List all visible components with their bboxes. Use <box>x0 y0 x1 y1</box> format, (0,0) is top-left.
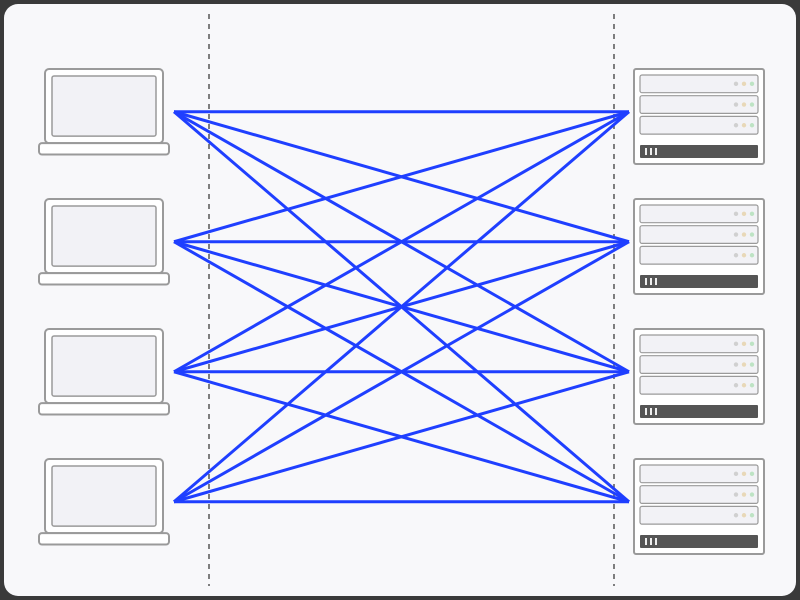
server-led <box>734 492 738 496</box>
server-led <box>742 102 746 106</box>
server-vent <box>645 538 647 545</box>
server-led <box>734 342 738 346</box>
server-vent <box>645 408 647 415</box>
server-led <box>750 82 754 86</box>
server-bay <box>640 486 758 504</box>
server-base <box>640 535 758 548</box>
server-led <box>742 513 746 517</box>
server-led <box>750 513 754 517</box>
laptop-screen <box>52 336 156 396</box>
laptop-base <box>39 143 169 154</box>
server-led <box>734 232 738 236</box>
server-vent <box>650 538 652 545</box>
server-node-2 <box>634 199 764 294</box>
server-led <box>742 492 746 496</box>
diagram-canvas <box>4 4 796 596</box>
network-diagram <box>4 4 796 596</box>
laptop-screen <box>52 76 156 136</box>
server-led <box>734 383 738 387</box>
laptop-base <box>39 403 169 414</box>
server-base <box>640 275 758 288</box>
server-led <box>742 212 746 216</box>
server-led <box>750 102 754 106</box>
server-node-4 <box>634 459 764 554</box>
server-bay <box>640 376 758 394</box>
client-laptop-4 <box>39 459 169 545</box>
server-bay <box>640 226 758 244</box>
server-led <box>750 123 754 127</box>
connection-lines <box>174 112 629 502</box>
server-bay <box>640 116 758 134</box>
server-vent <box>655 538 657 545</box>
server-bay <box>640 205 758 223</box>
server-vent <box>650 408 652 415</box>
laptop-base <box>39 533 169 544</box>
client-laptop-2 <box>39 199 169 285</box>
client-laptop-3 <box>39 329 169 415</box>
server-led <box>750 492 754 496</box>
server-led <box>734 253 738 257</box>
server-bay <box>640 75 758 93</box>
server-led <box>750 472 754 476</box>
server-led <box>750 212 754 216</box>
client-laptop-1 <box>39 69 169 155</box>
server-node-1 <box>634 69 764 164</box>
server-led <box>742 342 746 346</box>
server-base <box>640 145 758 158</box>
server-vent <box>645 148 647 155</box>
server-led <box>742 253 746 257</box>
server-led <box>750 362 754 366</box>
server-bay <box>640 356 758 374</box>
server-vent <box>650 148 652 155</box>
server-bay <box>640 506 758 524</box>
server-bay <box>640 96 758 114</box>
server-vent <box>655 148 657 155</box>
server-led <box>750 232 754 236</box>
server-led <box>734 212 738 216</box>
server-vent <box>655 278 657 285</box>
server-bay <box>640 335 758 353</box>
server-column <box>634 69 764 554</box>
laptop-base <box>39 273 169 284</box>
server-led <box>742 383 746 387</box>
laptop-screen <box>52 206 156 266</box>
server-led <box>742 82 746 86</box>
server-led <box>750 383 754 387</box>
client-column <box>39 69 169 545</box>
server-led <box>734 123 738 127</box>
server-bay <box>640 246 758 264</box>
server-bay <box>640 465 758 483</box>
server-led <box>742 232 746 236</box>
server-vent <box>645 278 647 285</box>
server-node-3 <box>634 329 764 424</box>
server-led <box>742 123 746 127</box>
server-led <box>742 472 746 476</box>
server-led <box>734 362 738 366</box>
server-base <box>640 405 758 418</box>
server-vent <box>650 278 652 285</box>
server-led <box>742 362 746 366</box>
server-led <box>750 342 754 346</box>
server-vent <box>655 408 657 415</box>
server-led <box>734 102 738 106</box>
server-led <box>734 82 738 86</box>
server-led <box>734 472 738 476</box>
server-led <box>750 253 754 257</box>
laptop-screen <box>52 466 156 526</box>
server-led <box>734 513 738 517</box>
